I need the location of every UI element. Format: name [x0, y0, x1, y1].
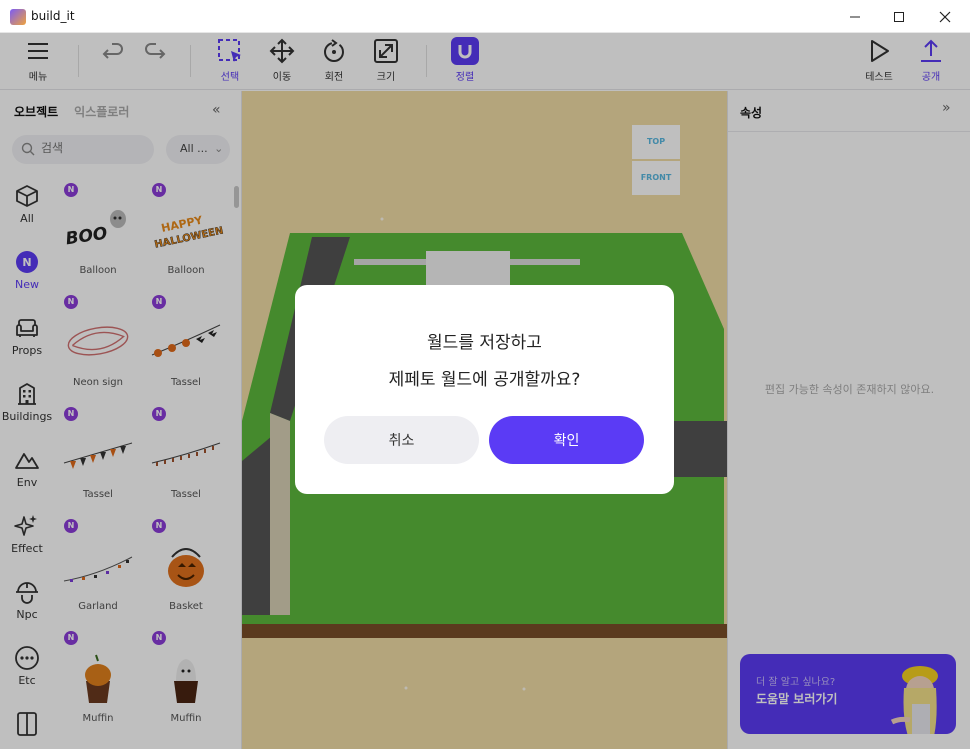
window-title: build_it	[31, 9, 75, 23]
publish-confirm-dialog: 월드를 저장하고 제페토 월드에 공개할까요? 취소 확인	[295, 285, 674, 494]
dialog-message-line2: 제페토 월드에 공개할까요?	[388, 370, 581, 390]
close-button[interactable]	[922, 0, 968, 33]
cancel-button[interactable]: 취소	[324, 416, 479, 464]
app-icon	[10, 9, 26, 25]
maximize-button[interactable]	[876, 0, 922, 33]
confirm-button[interactable]: 확인	[489, 416, 644, 464]
minimize-button[interactable]	[832, 0, 878, 33]
dialog-message-line1: 월드를 저장하고	[427, 333, 542, 353]
window-titlebar: build_it	[0, 0, 970, 33]
